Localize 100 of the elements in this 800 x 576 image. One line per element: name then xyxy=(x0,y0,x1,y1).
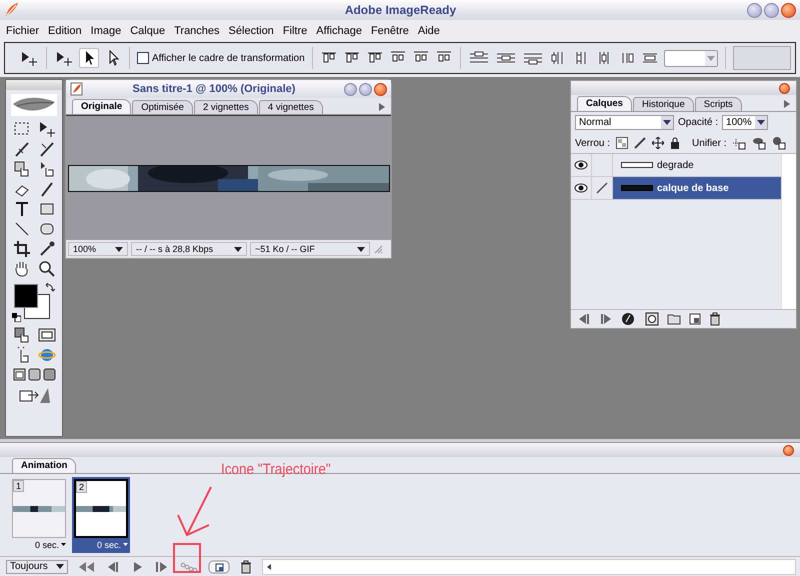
trash-icon[interactable] xyxy=(240,560,252,574)
annotation-text: Icone "Trajectoire" xyxy=(221,461,331,478)
animation-frame[interactable]: 2 0 sec. xyxy=(72,477,130,553)
unify-style-icon[interactable] xyxy=(772,136,786,150)
caret-icon xyxy=(357,246,365,252)
knife-icon[interactable] xyxy=(38,140,56,158)
unify-position-icon[interactable] xyxy=(732,136,746,150)
play-icon[interactable] xyxy=(132,562,144,572)
frame-delay[interactable]: 0 sec. xyxy=(12,538,66,551)
unify-label: Unifier : xyxy=(692,138,726,148)
resize-grip-icon[interactable] xyxy=(373,244,383,254)
move-arrow-icon[interactable] xyxy=(54,49,74,67)
menu-item[interactable]: Filtre xyxy=(280,25,314,37)
menu-item[interactable]: Image xyxy=(88,25,128,37)
menu-item[interactable]: Calque xyxy=(127,25,172,37)
eye-icon[interactable] xyxy=(574,183,588,193)
palette-tab[interactable]: Historique xyxy=(632,97,694,111)
swap-arrows-icon[interactable] xyxy=(45,282,55,292)
default-colors-icon[interactable] xyxy=(12,313,21,322)
scrollbar[interactable] xyxy=(262,558,796,574)
unify-visibility-icon[interactable] xyxy=(752,136,766,150)
move-icon[interactable] xyxy=(652,137,664,149)
dropdown[interactable] xyxy=(664,50,718,66)
close-button[interactable] xyxy=(781,2,796,18)
chevron-right-icon[interactable] xyxy=(784,100,790,108)
zoom-icon[interactable] xyxy=(38,260,56,278)
view-tab[interactable]: 4 vignettes xyxy=(258,100,323,114)
opacity-label: Opacité : xyxy=(678,117,718,128)
maximize-button[interactable] xyxy=(359,82,372,96)
menu-item[interactable]: Fichier xyxy=(3,25,46,37)
menu-item[interactable]: Sélection xyxy=(226,25,280,37)
maximize-button[interactable] xyxy=(764,2,779,18)
close-button[interactable] xyxy=(783,444,794,456)
move-arrow-icon[interactable] xyxy=(19,49,39,67)
menu-item[interactable]: Aide xyxy=(414,25,446,37)
transparency-lock-icon[interactable] xyxy=(616,137,628,149)
opacity-field[interactable]: 100% xyxy=(722,115,768,130)
file-size-dropdown[interactable]: ~51 Ko / -- GIF xyxy=(250,242,370,256)
minimize-button[interactable] xyxy=(747,2,762,18)
menu-item[interactable]: Affichage xyxy=(313,25,368,37)
crop-icon[interactable] xyxy=(12,240,30,258)
menu-item[interactable]: Fenêtre xyxy=(368,25,415,37)
caret-icon xyxy=(234,246,242,252)
tween-icon[interactable] xyxy=(180,562,198,572)
eyedropper-icon[interactable] xyxy=(38,240,56,258)
frame-number: 1 xyxy=(13,480,24,492)
forward-icon[interactable] xyxy=(599,314,613,324)
view-tab[interactable]: 2 vignettes xyxy=(194,100,258,114)
caret-icon xyxy=(56,564,64,569)
scroll-left-icon[interactable] xyxy=(267,564,271,570)
minimize-button[interactable] xyxy=(344,82,357,96)
hand-icon[interactable] xyxy=(12,260,30,278)
caret-icon xyxy=(757,120,766,125)
caret-icon xyxy=(123,543,128,546)
layer-row[interactable]: calque de base xyxy=(571,177,781,200)
layer-thumbnail xyxy=(621,162,653,168)
palette-well xyxy=(732,46,791,70)
move-arrow-icon[interactable] xyxy=(38,120,56,138)
chevron-right-icon[interactable] xyxy=(379,103,385,111)
palette-tab[interactable]: Scripts xyxy=(694,97,742,111)
toolbox-header xyxy=(6,80,62,90)
menu-item[interactable]: Edition xyxy=(45,25,88,37)
checkbox[interactable] xyxy=(137,52,149,64)
palette-tab[interactable]: Animation xyxy=(12,458,76,473)
layer-thumbnail xyxy=(621,185,653,191)
palette-tab[interactable]: Calques xyxy=(577,96,632,111)
view-tab[interactable]: Optimisée xyxy=(132,100,193,114)
lock-label: Verrou : xyxy=(575,138,610,148)
duplicate-frame-icon[interactable] xyxy=(208,560,230,574)
knife-icon[interactable] xyxy=(12,140,30,158)
line-icon[interactable] xyxy=(12,220,30,238)
screen-mode-icon[interactable] xyxy=(12,368,26,381)
download-time-dropdown[interactable]: -- / -- s à 28,8 Kbps xyxy=(131,242,247,256)
caret-icon xyxy=(663,120,671,125)
close-button[interactable] xyxy=(779,82,790,94)
caret-icon xyxy=(61,543,66,546)
eye-icon[interactable] xyxy=(574,160,588,170)
folder-icon[interactable] xyxy=(667,313,681,325)
feather-icon[interactable] xyxy=(11,94,57,116)
screen-mode-icon[interactable] xyxy=(28,368,40,381)
layer-name: calque de base xyxy=(657,182,729,194)
loop-dropdown[interactable]: Toujours xyxy=(6,560,68,574)
checkbox-label: Afficher le cadre de transformation xyxy=(152,52,305,64)
frame-delay[interactable]: 0 sec. xyxy=(74,538,128,551)
scrollbar[interactable] xyxy=(781,154,796,309)
view-tab[interactable]: Originale xyxy=(72,99,132,114)
window-icon[interactable] xyxy=(36,326,56,344)
zoom-dropdown[interactable]: 100% xyxy=(68,242,128,256)
blend-mode-dropdown[interactable]: Normal xyxy=(575,115,674,130)
layer-style-icon[interactable] xyxy=(621,312,637,326)
mask-icon[interactable] xyxy=(645,312,659,326)
brush-icon[interactable] xyxy=(634,137,646,149)
lock-icon[interactable] xyxy=(670,137,680,149)
close-button[interactable] xyxy=(374,82,387,96)
menu-item[interactable]: Tranches xyxy=(171,25,226,37)
new-layer-icon[interactable] xyxy=(689,313,701,325)
trash-icon[interactable] xyxy=(709,312,721,326)
first-frame-icon[interactable] xyxy=(78,562,96,572)
rewind-icon[interactable] xyxy=(577,314,591,324)
screen-mode-icon[interactable] xyxy=(42,368,56,381)
